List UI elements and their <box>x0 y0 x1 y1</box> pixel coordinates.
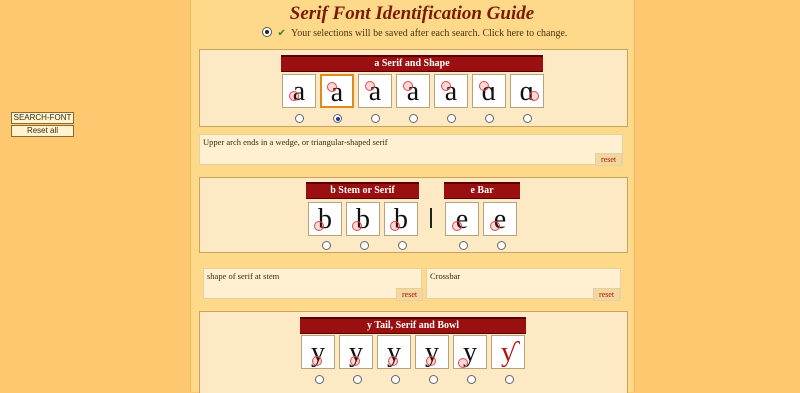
section-e-description: Crossbar <box>426 268 621 299</box>
a-glyph-option-4[interactable]: a <box>396 74 430 108</box>
b-radio-1[interactable] <box>322 241 331 250</box>
feature-marker <box>350 356 360 366</box>
check-icon: ✔ <box>277 28 286 39</box>
a-glyph-option-7[interactable]: ɑ <box>510 74 544 108</box>
section-a-description: Upper arch ends in a wedge, or triangula… <box>199 134 623 165</box>
y-glyph-option-2[interactable]: y <box>339 335 373 369</box>
section-e-heading: e Bar <box>444 182 520 199</box>
y-radio-1[interactable] <box>315 375 324 384</box>
glyph-char: ƴ <box>501 337 515 368</box>
a-radio-5[interactable] <box>447 114 456 123</box>
a-radio-6[interactable] <box>485 114 494 123</box>
page-title: Serif Font Identification Guide <box>289 3 535 24</box>
y-radio-3[interactable] <box>391 375 400 384</box>
feature-marker <box>312 356 322 366</box>
feature-marker <box>403 81 413 91</box>
a-glyph-option-3[interactable]: a <box>358 74 392 108</box>
feature-marker <box>314 221 324 231</box>
e-glyph-option-1[interactable]: e <box>445 202 479 236</box>
feature-marker <box>452 221 462 231</box>
feature-marker <box>458 358 468 368</box>
e-radio-1[interactable] <box>459 241 468 250</box>
description-text: Crossbar <box>430 271 461 281</box>
y-glyph-option-4[interactable]: y <box>415 335 449 369</box>
a-radio-7[interactable] <box>523 114 532 123</box>
section-b-heading: b Stem or Serif <box>306 182 419 199</box>
feature-marker <box>365 81 375 91</box>
section-e-reset-button[interactable]: reset <box>593 288 621 301</box>
a-radio-4[interactable] <box>409 114 418 123</box>
description-text: Upper arch ends in a wedge, or triangula… <box>203 137 388 147</box>
b-glyph-option-1[interactable]: b <box>308 202 342 236</box>
search-font-button[interactable]: SEARCH-FONT <box>11 112 74 124</box>
feature-marker <box>390 221 400 231</box>
y-radio-6[interactable] <box>505 375 514 384</box>
reset-all-button[interactable]: Reset all <box>11 125 74 137</box>
feature-marker <box>441 81 451 91</box>
save-notice[interactable]: ✔ Your selections will be saved after ea… <box>262 26 582 39</box>
section-y-heading: y Tail, Serif and Bowl <box>300 317 526 334</box>
description-text: shape of serif at stem <box>207 271 280 281</box>
b-glyph-option-3[interactable]: b <box>384 202 418 236</box>
section-b-reset-button[interactable]: reset <box>396 288 424 301</box>
feature-marker <box>352 221 362 231</box>
y-radio-2[interactable] <box>353 375 362 384</box>
e-glyph-option-2[interactable]: e <box>483 202 517 236</box>
a-radio-3[interactable] <box>371 114 380 123</box>
feature-marker <box>289 91 299 101</box>
a-glyph-option-1[interactable]: a <box>282 74 316 108</box>
a-glyph-option-5[interactable]: a <box>434 74 468 108</box>
b-radio-2[interactable] <box>360 241 369 250</box>
y-glyph-option-1[interactable]: y <box>301 335 335 369</box>
feature-marker <box>327 82 337 92</box>
a-glyph-option-6[interactable]: ɑ <box>472 74 506 108</box>
y-glyph-option-6[interactable]: ƴ <box>491 335 525 369</box>
feature-marker <box>490 221 500 231</box>
a-radio-1[interactable] <box>295 114 304 123</box>
section-a-heading: a Serif and Shape <box>281 55 543 72</box>
y-radio-5[interactable] <box>467 375 476 384</box>
feature-marker <box>426 356 436 366</box>
feature-marker <box>479 81 489 91</box>
feature-marker <box>388 356 398 366</box>
notice-text[interactable]: Your selections will be saved after each… <box>291 28 567 39</box>
e-radio-2[interactable] <box>497 241 506 250</box>
save-radio[interactable] <box>262 27 272 37</box>
a-radio-2[interactable] <box>333 114 342 123</box>
feature-marker <box>529 91 539 101</box>
section-a-reset-button[interactable]: reset <box>595 153 623 166</box>
y-radio-4[interactable] <box>429 375 438 384</box>
group-divider <box>430 208 432 228</box>
y-glyph-option-5[interactable]: y <box>453 335 487 369</box>
section-b-description: shape of serif at stem <box>203 268 422 299</box>
a-glyph-option-2[interactable]: a <box>320 74 354 108</box>
b-radio-3[interactable] <box>398 241 407 250</box>
b-glyph-option-2[interactable]: b <box>346 202 380 236</box>
y-glyph-option-3[interactable]: y <box>377 335 411 369</box>
